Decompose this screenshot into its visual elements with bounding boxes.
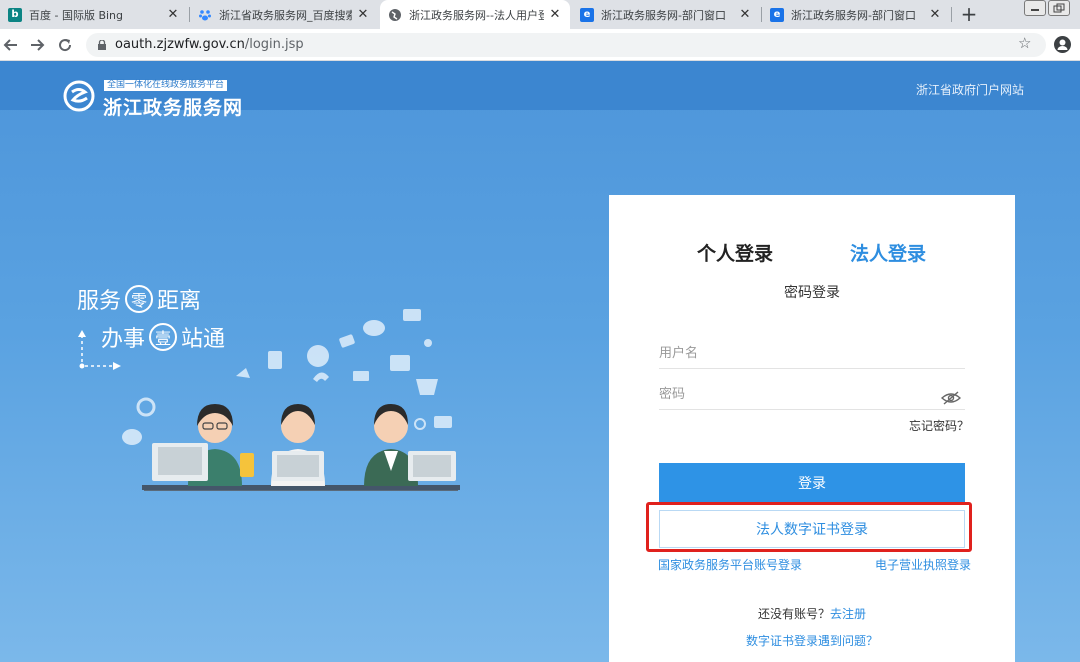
eye-off-icon[interactable] <box>941 391 961 405</box>
reload-button[interactable] <box>54 34 76 56</box>
minimize-icon <box>1031 9 1039 11</box>
browser-tab-dept-2[interactable]: e 浙江政务服务网-部门窗口 ✕ <box>762 0 950 29</box>
url-path: /login.jsp <box>244 37 304 52</box>
forgot-password-link[interactable]: 忘记密码？ <box>909 417 969 434</box>
bookmark-star-icon[interactable]: ☆ <box>1018 34 1031 52</box>
username-input[interactable] <box>659 339 965 369</box>
tab-title: 浙江政务服务网-部门窗口 <box>601 8 726 22</box>
tab-separator <box>951 7 952 22</box>
red-highlight-box <box>646 502 972 552</box>
reload-icon <box>59 39 72 52</box>
login-button[interactable]: 登录 <box>659 463 965 502</box>
baidu-paw-icon <box>198 8 212 22</box>
browser-tab-baidu[interactable]: 浙江省政务服务网_百度搜索 ✕ <box>190 0 378 29</box>
restore-button[interactable] <box>1048 0 1070 16</box>
minimize-button[interactable] <box>1024 0 1046 16</box>
zj-service-icon: e <box>770 7 784 22</box>
tab-title: 浙江省政务服务网_百度搜索 <box>219 8 352 22</box>
logo-name: 浙江政务服务网 <box>103 97 244 119</box>
profile-avatar-icon[interactable] <box>1054 36 1071 53</box>
tab-legal-login[interactable]: 法人登录 <box>850 239 926 266</box>
browser-tab-bing[interactable]: b 百度 - 国际版 Bing ✕ <box>0 0 188 29</box>
national-platform-login-link[interactable]: 国家政务服务平台账号登录 <box>658 556 802 573</box>
close-icon[interactable]: ✕ <box>548 7 562 22</box>
close-icon[interactable]: ✕ <box>928 7 942 22</box>
tab-personal-login[interactable]: 个人登录 <box>697 239 773 266</box>
tab-title: 浙江政务服务网-部门窗口 <box>791 8 916 22</box>
browser-tab-dept-1[interactable]: e 浙江政务服务网-部门窗口 ✕ <box>572 0 760 29</box>
browser-tab-strip: b 百度 - 国际版 Bing ✕ 浙江省政务服务网_百度搜索 ✕ 浙江政务服务… <box>0 0 1080 29</box>
business-license-login-link[interactable]: 电子营业执照登录 <box>875 556 971 573</box>
arrow-left-icon <box>3 39 17 51</box>
url-host: oauth.zjzwfw.gov.cn <box>115 37 245 52</box>
new-tab-button[interactable]: + <box>958 3 980 25</box>
zj-service-icon: e <box>580 7 594 22</box>
cert-help-link[interactable]: 数字证书登录遇到问题？ <box>609 632 1015 649</box>
register-link[interactable]: 去注册 <box>830 607 866 621</box>
password-input[interactable] <box>659 380 965 410</box>
no-account-text: 还没有账号？ <box>757 607 830 621</box>
close-icon[interactable]: ✕ <box>738 7 752 22</box>
customer-service-illustration <box>122 309 460 491</box>
close-icon[interactable]: ✕ <box>356 7 370 22</box>
site-header: 全国一体化在线政务服务平台 浙江政务服务网 浙江省政府门户网站 <box>0 61 1080 119</box>
portal-link[interactable]: 浙江省政府门户网站 <box>916 81 1024 98</box>
register-prompt: 还没有账号？去注册 <box>609 605 1015 622</box>
arrow-right-icon <box>31 39 45 51</box>
slogan-text: 服务 <box>77 289 122 314</box>
forward-button[interactable] <box>26 34 48 56</box>
zj-logo-icon <box>63 80 95 112</box>
bing-icon: b <box>8 7 22 22</box>
lock-icon <box>98 40 106 50</box>
logo-tagline: 全国一体化在线政务服务平台 <box>104 80 228 91</box>
tab-title: 百度 - 国际版 Bing <box>29 8 124 22</box>
close-icon[interactable]: ✕ <box>166 7 180 22</box>
password-login-subtitle: 密码登录 <box>784 285 840 301</box>
globe-icon <box>388 8 402 22</box>
restore-icon <box>1053 3 1065 13</box>
address-bar[interactable]: oauth.zjzwfw.gov.cn/login.jsp <box>86 33 1046 57</box>
url-text: oauth.zjzwfw.gov.cn/login.jsp <box>115 37 304 52</box>
login-card: 个人登录 法人登录 密码登录 忘记密码？ 登录 法人数字证书登录 国家政务服务平… <box>609 195 1015 662</box>
login-page: 全国一体化在线政务服务平台 浙江政务服务网 浙江省政府门户网站 服务 零 距离 … <box>0 61 1080 662</box>
browser-toolbar: oauth.zjzwfw.gov.cn/login.jsp <box>0 29 1080 61</box>
back-button[interactable] <box>0 34 22 56</box>
browser-tab-login-active[interactable]: 浙江政务服务网--法人用户登 ✕ <box>380 0 570 29</box>
tab-title: 浙江政务服务网--法人用户登 <box>409 8 544 22</box>
